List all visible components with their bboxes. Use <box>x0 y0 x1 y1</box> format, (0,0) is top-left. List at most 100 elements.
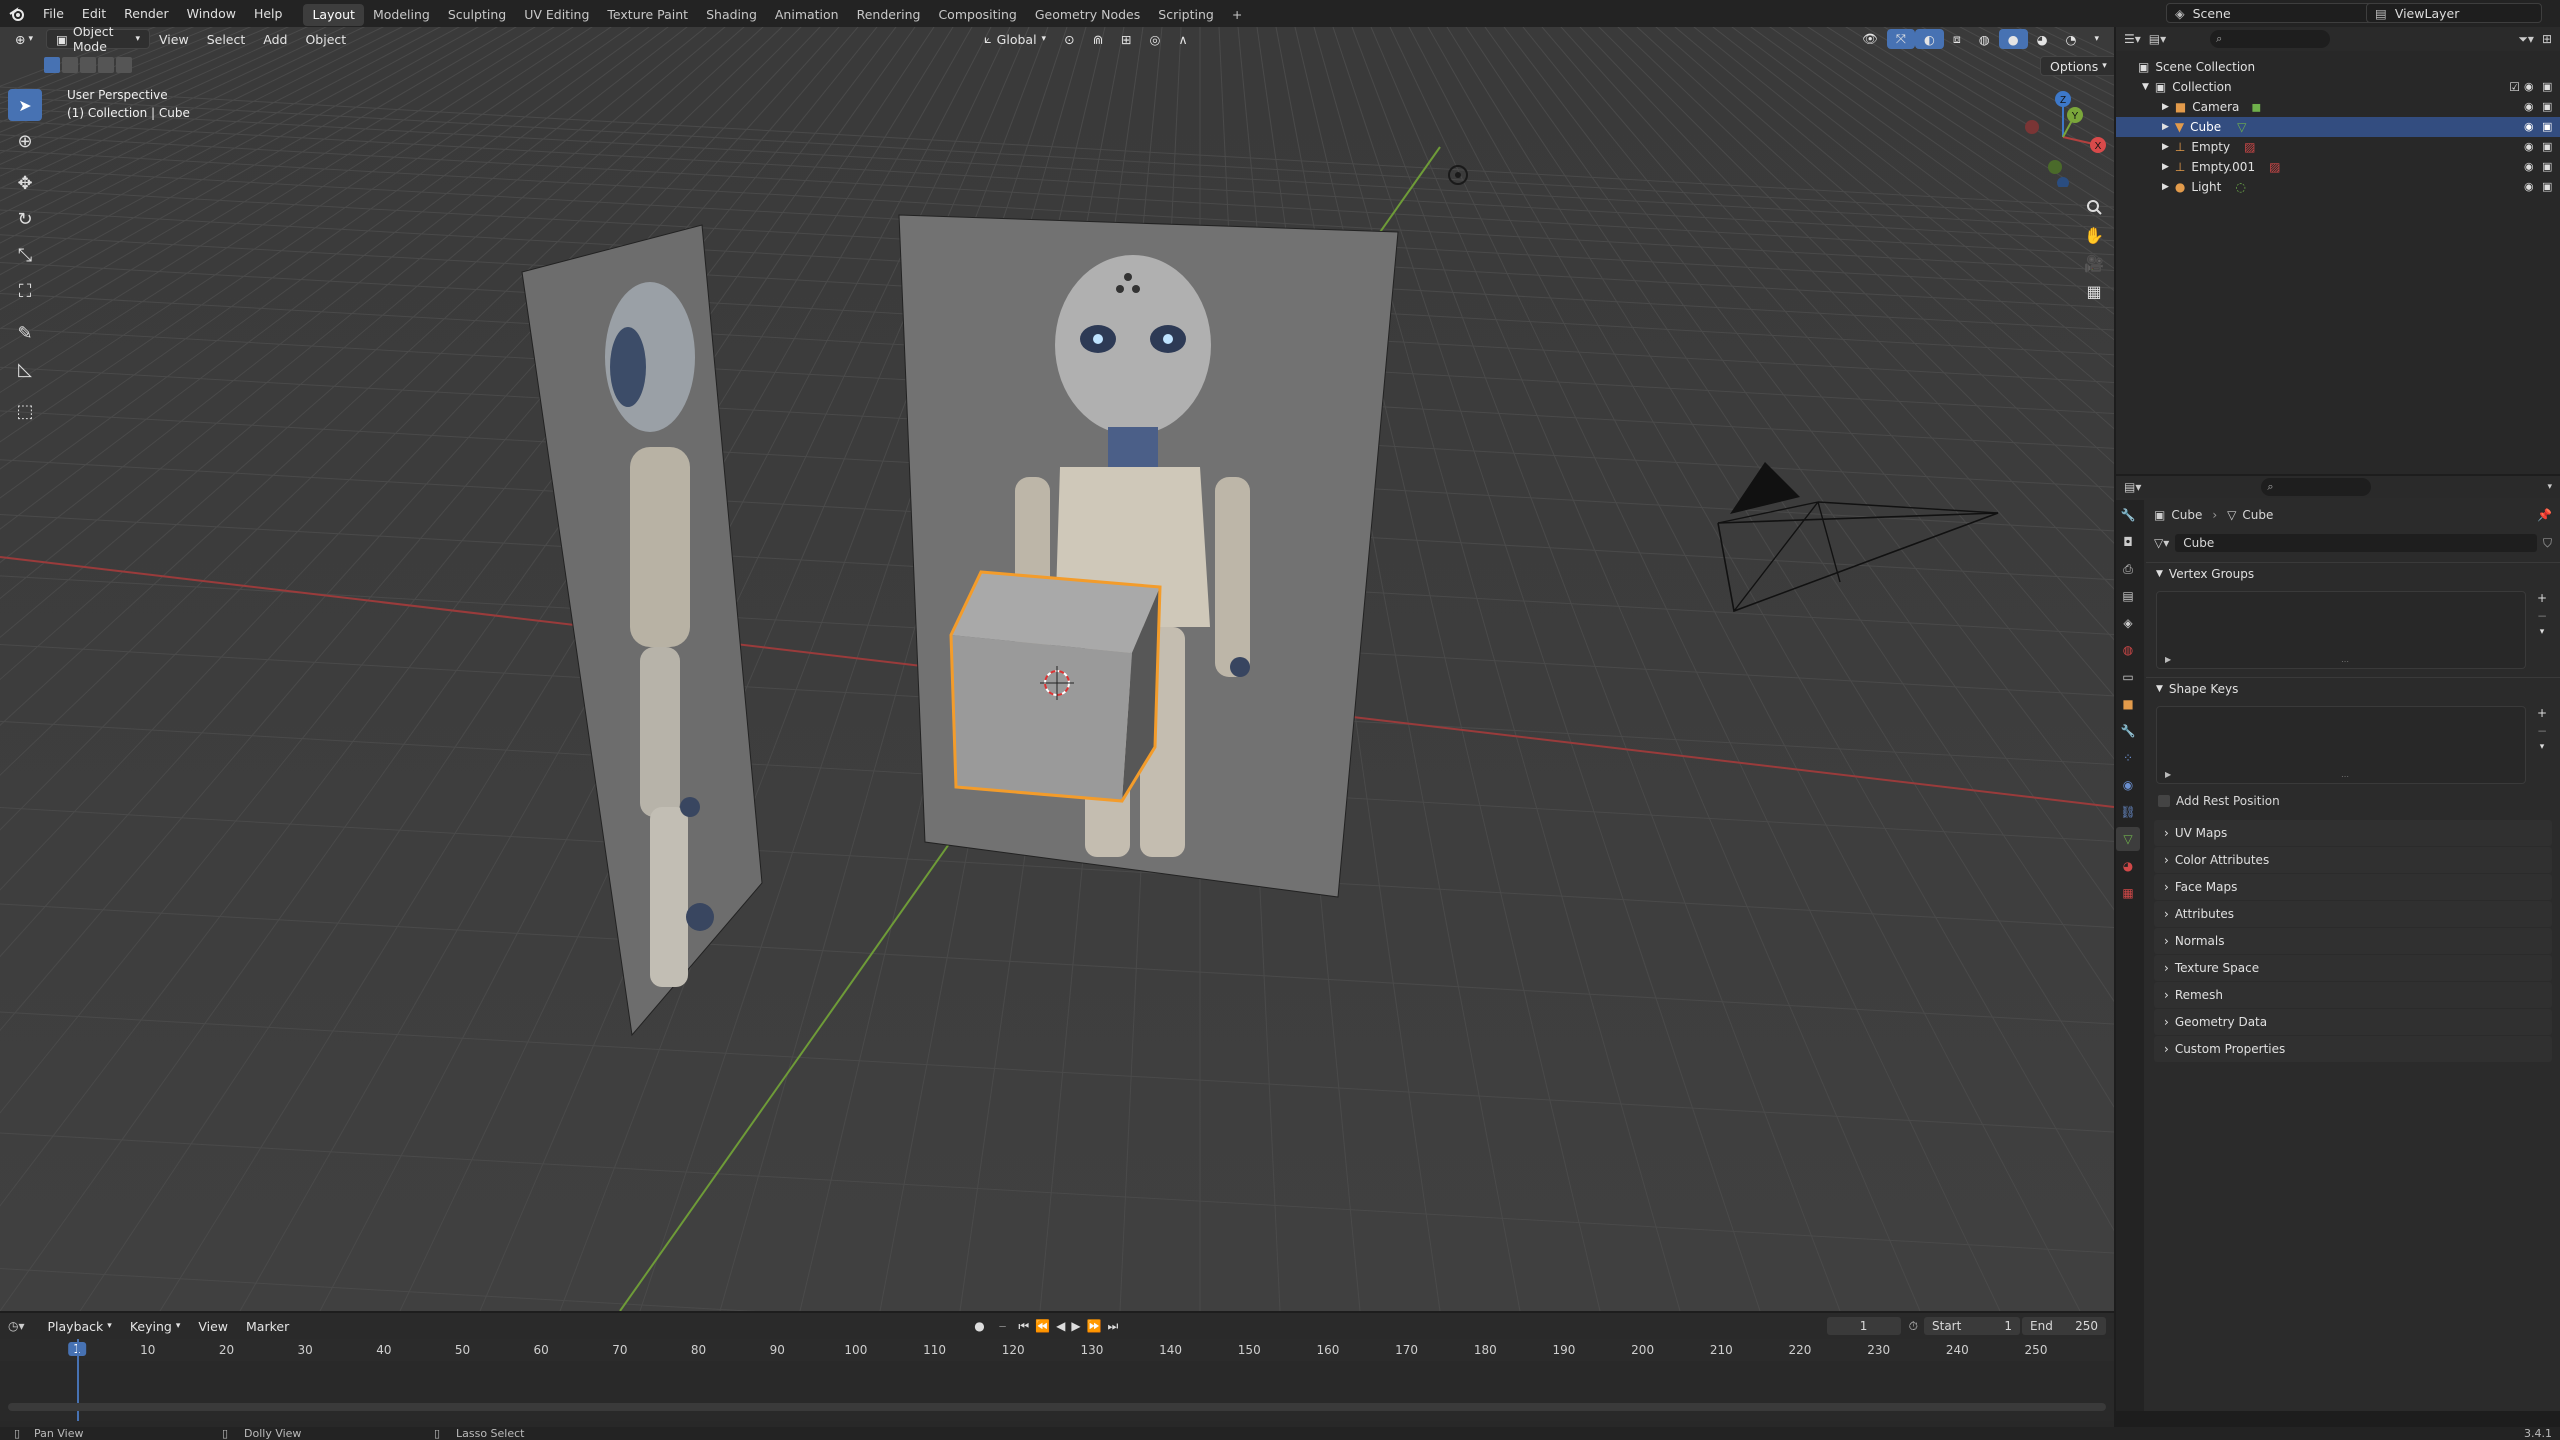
render-tab-icon[interactable]: ◘ <box>2116 530 2140 554</box>
timeline-editor-icon[interactable]: ◷▾ <box>8 1319 25 1333</box>
constraints-tab-icon[interactable]: ⛓ <box>2116 800 2140 824</box>
expand-arrow-icon[interactable]: ▶ <box>2162 142 2169 152</box>
mesh-browse-icon[interactable]: ▽▾ <box>2154 536 2169 550</box>
expand-arrow-icon[interactable]: ▶ <box>2162 162 2169 172</box>
camera-render-icon[interactable]: ▣ <box>2542 120 2556 134</box>
gizmo-toggle[interactable]: ⤧ <box>1886 29 1915 49</box>
select-extend-icon[interactable] <box>62 57 78 73</box>
select-subtract-icon[interactable] <box>80 57 96 73</box>
menu-keying[interactable]: Keying ▾ <box>121 1316 190 1336</box>
jump-keyframe-forward-icon[interactable]: ⏩ <box>1087 1319 1102 1333</box>
checkbox-icon[interactable]: ☑ <box>2509 80 2520 94</box>
tool-tab-icon[interactable]: 🔧 <box>2116 503 2140 527</box>
menu-file[interactable]: File <box>34 0 73 27</box>
shading-material-button[interactable]: ◕ <box>2028 29 2057 49</box>
view-layer-selector[interactable]: ▤ ViewLayer <box>2366 3 2542 23</box>
scene-collection-row[interactable]: ▣ Scene Collection <box>2116 57 2560 77</box>
remove-shape-key-button[interactable]: − <box>2532 724 2552 738</box>
properties-search-input[interactable]: ⌕ <box>2261 478 2372 496</box>
material-tab-icon[interactable]: ◕ <box>2116 854 2140 878</box>
tab-animation[interactable]: Animation <box>766 4 848 26</box>
play-reverse-icon[interactable]: ◀ <box>1056 1319 1065 1333</box>
scene-tab-icon[interactable]: ◈ <box>2116 611 2140 635</box>
editor-type-button[interactable]: ⊕ ▾ <box>6 29 42 49</box>
proportional-edit-toggle[interactable]: ◎ <box>1141 29 1170 49</box>
snap-toggle[interactable]: ⋒ <box>1084 29 1112 49</box>
list-filter-arrow-icon[interactable]: ▶ <box>2165 770 2171 779</box>
frame-start-field[interactable]: Start 1 <box>1924 1317 2020 1335</box>
attributes-panel[interactable]: › Attributes <box>2154 901 2552 927</box>
collection-tab-icon[interactable]: ▭ <box>2116 665 2140 689</box>
jump-end-icon[interactable]: ⏭ <box>1108 1319 1119 1334</box>
fake-user-shield-icon[interactable]: ⛉ <box>2543 536 2552 551</box>
normals-panel[interactable]: › Normals <box>2154 928 2552 954</box>
geometry-data-panel[interactable]: › Geometry Data <box>2154 1009 2552 1035</box>
list-filter-arrow-icon[interactable]: ▶ <box>2165 655 2171 664</box>
add-shape-key-button[interactable]: + <box>2532 706 2552 720</box>
camera-render-icon[interactable]: ▣ <box>2542 80 2556 94</box>
jump-keyframe-back-icon[interactable]: ⏪ <box>1035 1319 1050 1333</box>
menu-marker[interactable]: Marker <box>237 1316 298 1336</box>
add-workspace-button[interactable]: + <box>1223 4 1251 26</box>
eye-icon[interactable]: ◉ <box>2524 140 2538 154</box>
measure-tool[interactable]: ◺ <box>8 353 42 385</box>
mesh-name-field[interactable]: Cube <box>2175 534 2537 552</box>
view-layer-tab-icon[interactable]: ▤ <box>2116 584 2140 608</box>
selected-cube[interactable] <box>949 570 1162 803</box>
falloff-dropdown[interactable]: ∧ <box>1169 29 1196 49</box>
filter-icon[interactable]: ⏷▾ <box>2518 32 2534 47</box>
tab-compositing[interactable]: Compositing <box>929 4 1025 26</box>
snap-target-dropdown[interactable]: ⊞ <box>1112 29 1140 49</box>
menu-help[interactable]: Help <box>245 0 292 27</box>
timeline-scrollbar[interactable] <box>8 1403 2106 1411</box>
select-invert-icon[interactable] <box>98 57 114 73</box>
list-resize-handle-icon[interactable]: ⋯ <box>2341 657 2349 666</box>
uv-maps-panel[interactable]: › UV Maps <box>2154 820 2552 846</box>
eye-icon[interactable]: ◉ <box>2524 80 2538 94</box>
remesh-panel[interactable]: › Remesh <box>2154 982 2552 1008</box>
tab-uv-editing[interactable]: UV Editing <box>515 4 598 26</box>
rotate-tool[interactable]: ↻ <box>8 203 42 235</box>
outliner-editor-icon[interactable]: ☰▾ <box>2124 32 2141 46</box>
camera-render-icon[interactable]: ▣ <box>2542 140 2556 154</box>
scene-selector[interactable]: ◈ Scene <box>2166 3 2386 23</box>
menu-select[interactable]: Select <box>198 29 255 49</box>
shape-keys-header[interactable]: ▼ Shape Keys <box>2146 678 2560 700</box>
tab-layout[interactable]: Layout <box>303 4 364 26</box>
cursor-tool[interactable]: ⊕ <box>8 125 42 157</box>
camera-render-icon[interactable]: ▣ <box>2542 100 2556 114</box>
menu-edit[interactable]: Edit <box>73 0 115 27</box>
zoom-icon[interactable] <box>2078 193 2110 221</box>
expand-arrow-icon[interactable]: ▶ <box>2162 122 2169 132</box>
select-box-tool[interactable]: ➤ <box>8 89 42 121</box>
menu-playback[interactable]: Playback ▾ <box>39 1316 121 1336</box>
stopwatch-icon[interactable]: ⏱ <box>1909 1319 1918 1334</box>
current-frame-field[interactable]: 1 <box>1826 1317 1901 1335</box>
perspective-grid-icon[interactable]: ▦ <box>2078 277 2110 305</box>
pan-hand-icon[interactable]: ✋ <box>2078 221 2110 249</box>
menu-add[interactable]: Add <box>254 29 296 49</box>
navigation-gizmo[interactable]: Z X Y <box>2018 87 2108 187</box>
scale-tool[interactable]: ⤡ <box>8 239 42 271</box>
transform-tool[interactable]: ⛶ <box>8 275 42 307</box>
tab-modeling[interactable]: Modeling <box>364 4 439 26</box>
tab-scripting[interactable]: Scripting <box>1149 4 1223 26</box>
vertex-group-specials-button[interactable]: ▾ <box>2532 627 2552 637</box>
tab-geometry-nodes[interactable]: Geometry Nodes <box>1026 4 1149 26</box>
display-mode-icon[interactable]: ▤▾ <box>2149 32 2166 46</box>
3d-viewport[interactable]: ⊕ ▾ ▣ Object Mode ▾ View Select Add Objec… <box>0 27 2114 1311</box>
frame-ruler[interactable]: 1102030405060708090100110120130140150160… <box>0 1339 2114 1361</box>
record-keyframe-icon[interactable]: ● <box>974 1319 984 1333</box>
particles-tab-icon[interactable]: ⁘ <box>2116 746 2140 770</box>
vertex-groups-header[interactable]: ▼ Vertex Groups <box>2146 563 2560 585</box>
texture-tab-icon[interactable]: ▦ <box>2116 881 2140 905</box>
transform-orientation-dropdown[interactable]: ⟀ Global ▾ <box>975 29 1055 49</box>
new-collection-icon[interactable]: ⊞ <box>2542 32 2552 46</box>
properties-editor-icon[interactable]: ▤▾ <box>2124 480 2141 494</box>
tab-rendering[interactable]: Rendering <box>848 4 930 26</box>
options-dropdown[interactable]: Options ▾ <box>2040 56 2114 76</box>
eye-icon[interactable]: ◉ <box>2524 180 2538 194</box>
eye-icon[interactable]: ◉ <box>2524 120 2538 134</box>
modifier-tab-icon[interactable]: 🔧 <box>2116 719 2140 743</box>
collection-row[interactable]: ▼ ▣ Collection ☑ ◉ ▣ <box>2116 77 2560 97</box>
